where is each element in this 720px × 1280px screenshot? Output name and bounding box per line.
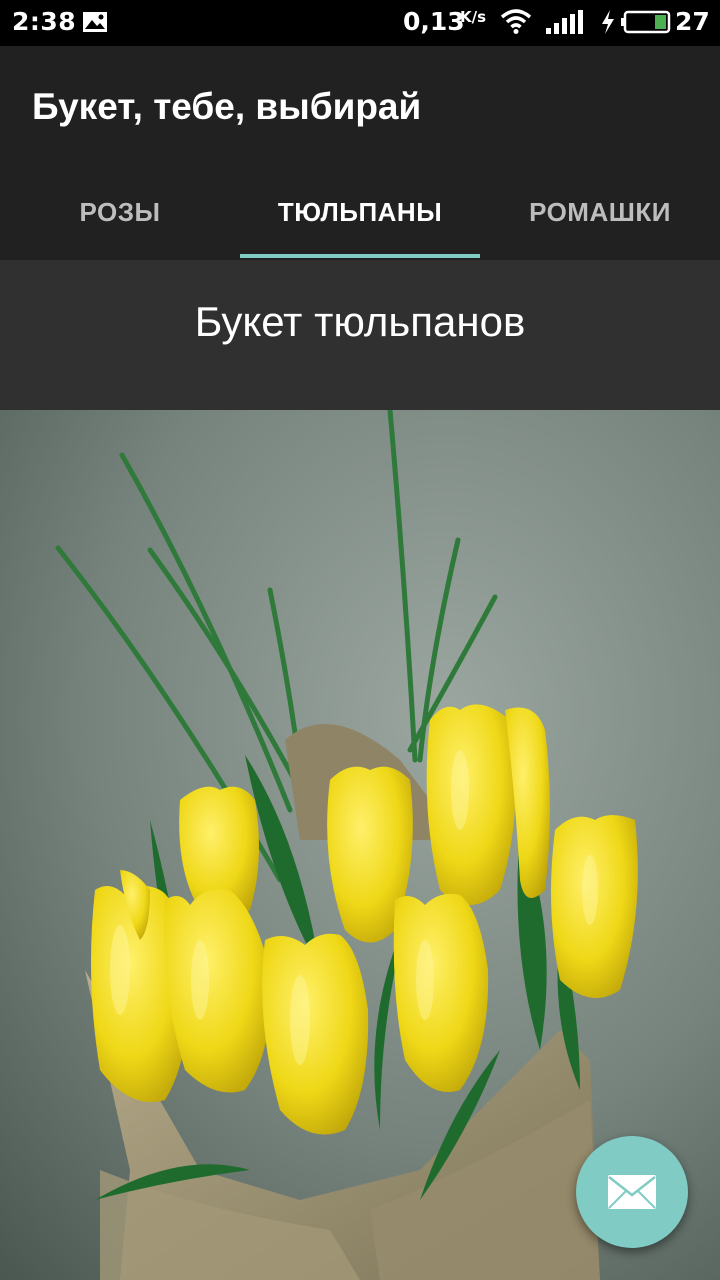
network-speed: 0,13: [403, 7, 465, 36]
battery-level: 27: [675, 7, 710, 36]
gallery-icon: [83, 12, 107, 32]
battery-icon: [621, 10, 671, 34]
tab-roses[interactable]: РОЗЫ: [0, 164, 240, 260]
content-header: Букет тюльпанов: [0, 260, 720, 410]
app-title: Букет, тебе, выбирай: [32, 86, 422, 127]
tab-daisies[interactable]: РОМАШКИ: [480, 164, 720, 260]
charging-icon: [602, 10, 614, 34]
mail-icon: [608, 1175, 656, 1209]
tab-bar: РОЗЫ ТЮЛЬПАНЫ РОМАШКИ: [0, 164, 720, 260]
status-bar: 2:38 0,13 K/s 27: [0, 0, 720, 46]
app-bar: Букет, тебе, выбирай РОЗЫ ТЮЛЬПАНЫ РОМАШ…: [0, 46, 720, 260]
tab-tulips-label: ТЮЛЬПАНЫ: [277, 196, 443, 227]
tab-tulips[interactable]: ТЮЛЬПАНЫ: [240, 164, 480, 260]
tab-roses-label: РОЗЫ: [79, 196, 161, 227]
network-speed-unit: K/s: [460, 8, 487, 26]
tab-daisies-label: РОМАШКИ: [529, 196, 671, 227]
signal-icon: [546, 10, 583, 34]
send-mail-button[interactable]: [576, 1136, 688, 1248]
wifi-icon: [500, 9, 532, 34]
bouquet-title: Букет тюльпанов: [194, 298, 526, 345]
app-screen: 2:38 0,13 K/s 27 Букет, тебе, выбирай РО…: [0, 0, 720, 1280]
status-time: 2:38: [12, 7, 77, 36]
